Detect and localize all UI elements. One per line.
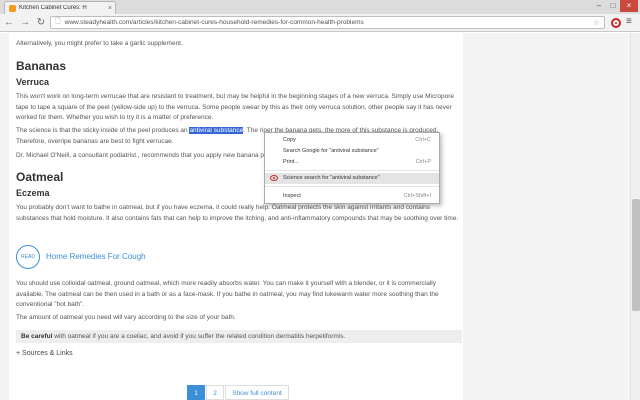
science-extension-icon[interactable] xyxy=(611,18,621,28)
browser-toolbar: ← → ↻ 🗋 www.steadyhealth.com/articles/ki… xyxy=(0,14,640,32)
page-viewport: Alternatively, you might prefer to take … xyxy=(0,33,640,400)
bananas-heading: Bananas xyxy=(16,59,67,73)
article-content: Alternatively, you might prefer to take … xyxy=(9,33,463,400)
close-window-button[interactable]: × xyxy=(620,0,638,12)
page-1-button[interactable]: 1 xyxy=(187,385,205,400)
tab-title: Kitchen Cabinet Cures: H xyxy=(19,5,87,11)
menu-item-label: Science search for "antiviral substance" xyxy=(283,175,380,181)
page-info-icon[interactable]: 🗋 xyxy=(55,17,61,28)
menu-item-science-search[interactable]: Science search for "antiviral substance" xyxy=(265,173,439,184)
vertical-scrollbar[interactable] xyxy=(630,33,640,400)
eczema-paragraph-2: You should use colloidal oatmeal, ground… xyxy=(16,280,439,308)
page-2-button[interactable]: 2 xyxy=(206,385,224,400)
menu-separator xyxy=(265,186,439,187)
related-article-link[interactable]: Home Remedies For Cough xyxy=(46,252,146,261)
selected-text[interactable]: antiviral substance xyxy=(189,127,244,134)
menu-separator xyxy=(265,170,439,171)
url-text[interactable]: www.steadyhealth.com/articles/kitchen-ca… xyxy=(65,19,364,26)
paragraph-text: The science is that the sticky inside of… xyxy=(16,127,190,134)
window-controls: – □ × xyxy=(592,0,638,12)
eczema-heading: Eczema xyxy=(16,188,50,198)
menu-item-label: Copy xyxy=(283,137,296,143)
sources-toggle[interactable]: + Sources & Links xyxy=(16,350,73,357)
forward-button[interactable]: → xyxy=(18,16,32,30)
address-bar[interactable]: 🗋 www.steadyhealth.com/articles/kitchen-… xyxy=(50,16,605,29)
eczema-paragraph-3: The amount of oatmeal you need will vary… xyxy=(16,314,236,321)
intro-paragraph: Alternatively, you might prefer to take … xyxy=(16,40,183,47)
reload-button[interactable]: ↻ xyxy=(34,16,48,30)
menu-item-search-google[interactable]: Search Google for "antiviral substance" xyxy=(265,146,439,157)
show-full-content-button[interactable]: Show full content xyxy=(225,385,289,400)
menu-item-label: Print... xyxy=(283,159,299,165)
menu-shortcut: Ctrl+C xyxy=(415,137,431,143)
science-eye-icon xyxy=(270,175,278,181)
scrollbar-thumb[interactable] xyxy=(632,199,640,311)
favicon-icon xyxy=(9,4,16,12)
menu-item-print[interactable]: Print... Ctrl+P xyxy=(265,157,439,168)
tab-close-icon[interactable]: × xyxy=(108,5,112,12)
warning-callout: Be careful with oatmeal if you are a coe… xyxy=(16,330,462,343)
title-bar: Kitchen Cabinet Cures: H × – □ × xyxy=(0,0,640,14)
callout-text: with oatmeal if you are a coeliac, and a… xyxy=(52,333,346,340)
menu-shortcut: Ctrl+P xyxy=(415,159,431,165)
menu-item-label: Inspect xyxy=(283,193,301,199)
menu-item-copy[interactable]: Copy Ctrl+C xyxy=(265,135,439,146)
menu-item-label: Search Google for "antiviral substance" xyxy=(283,148,379,154)
verruca-heading: Verruca xyxy=(16,77,50,87)
browser-tab[interactable]: Kitchen Cabinet Cures: H × xyxy=(4,1,116,14)
pagination: 1 2 Show full content xyxy=(187,385,289,400)
context-menu: Copy Ctrl+C Search Google for "antiviral… xyxy=(264,132,440,204)
bookmark-star-icon[interactable]: ☆ xyxy=(593,18,600,27)
menu-shortcut: Ctrl+Shift+I xyxy=(403,193,431,199)
eczema-paragraph-1: You probably don't want to bathe in oatm… xyxy=(16,204,459,222)
browser-menu-icon[interactable]: ≡ xyxy=(626,16,632,27)
minimize-button[interactable]: – xyxy=(592,0,606,12)
maximize-button[interactable]: □ xyxy=(606,0,620,12)
read-badge[interactable]: READ xyxy=(16,245,40,269)
callout-bold: Be careful xyxy=(21,333,53,340)
oatmeal-heading: Oatmeal xyxy=(16,170,64,184)
verruca-paragraph-1: This won't work on long-term verrucae th… xyxy=(16,93,455,121)
back-button[interactable]: ← xyxy=(2,16,16,30)
menu-item-inspect[interactable]: Inspect Ctrl+Shift+I xyxy=(265,191,439,202)
